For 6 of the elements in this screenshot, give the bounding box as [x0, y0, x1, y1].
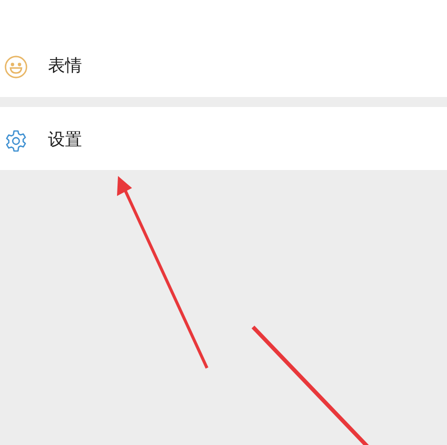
menu-item[interactable]: 设置 — [0, 107, 447, 170]
menu-item[interactable]: 表情 — [0, 0, 447, 97]
settings-icon — [4, 128, 28, 152]
smiley-icon — [4, 54, 28, 78]
menu-label: 设置 — [48, 128, 82, 152]
menu-label: 表情 — [48, 54, 82, 78]
